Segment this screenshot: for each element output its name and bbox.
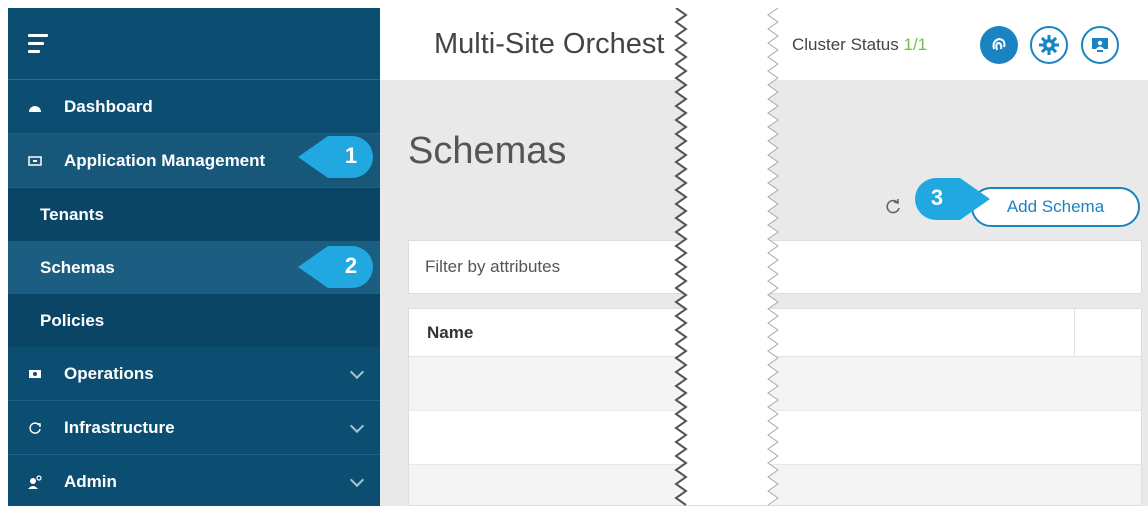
cluster-status: Cluster Status 1/1 [792, 35, 927, 55]
chevron-down-icon [349, 418, 365, 434]
chevron-down-icon [349, 472, 365, 488]
operations-icon [28, 367, 42, 381]
sidebar-item-label: Admin [64, 471, 117, 491]
column-divider [1074, 309, 1075, 357]
app-title: Multi-Site Orchest [434, 28, 665, 60]
sidebar-item-infrastructure[interactable]: Infrastructure [8, 401, 380, 455]
app-management-icon [28, 154, 42, 168]
add-schema-button[interactable]: Add Schema [971, 187, 1140, 227]
callout-number: 3 [930, 185, 944, 210]
refresh-icon[interactable] [884, 198, 902, 216]
infrastructure-icon [28, 421, 42, 435]
cluster-status-label: Cluster Status [792, 35, 899, 54]
admin-icon [28, 474, 42, 489]
sidebar-subitem-label: Policies [40, 310, 105, 330]
sidebar-item-label: Operations [64, 363, 154, 383]
chevron-down-icon [349, 364, 365, 380]
sidebar-item-label: Dashboard [64, 96, 153, 116]
callout-3: 3 [912, 176, 992, 222]
sidebar-header [8, 8, 380, 80]
page-title: Schemas [408, 130, 567, 172]
sidebar-item-admin[interactable]: Admin [8, 455, 380, 506]
sidebar-item-label: Application Management [64, 150, 266, 170]
sidebar-subitem-tenants[interactable]: Tenants [8, 188, 380, 241]
callout-1: 1 [296, 134, 376, 180]
sidebar-subitem-label: Tenants [40, 204, 104, 224]
cluster-status-value: 1/1 [903, 35, 928, 54]
page-break-divider [674, 8, 779, 506]
sidebar-item-operations[interactable]: Operations [8, 347, 380, 401]
sidebar-item-label: Infrastructure [64, 417, 175, 437]
callout-2: 2 [296, 244, 376, 290]
column-header-name[interactable]: Name [427, 323, 473, 343]
user-profile-button[interactable] [1081, 26, 1119, 64]
sidebar-subitem-label: Schemas [40, 257, 115, 277]
fingerprint-icon [992, 37, 1006, 51]
settings-button[interactable] [1030, 26, 1068, 64]
sidebar-subitem-policies[interactable]: Policies [8, 294, 380, 347]
callout-number: 1 [344, 143, 358, 168]
dashboard-icon [28, 100, 42, 114]
menu-icon[interactable] [28, 33, 52, 54]
callout-number: 2 [344, 253, 358, 278]
sidebar-item-dashboard[interactable]: Dashboard [8, 80, 380, 134]
monitor-user-icon [1092, 38, 1108, 52]
gear-icon [1039, 35, 1059, 55]
fingerprint-button[interactable] [980, 26, 1018, 64]
